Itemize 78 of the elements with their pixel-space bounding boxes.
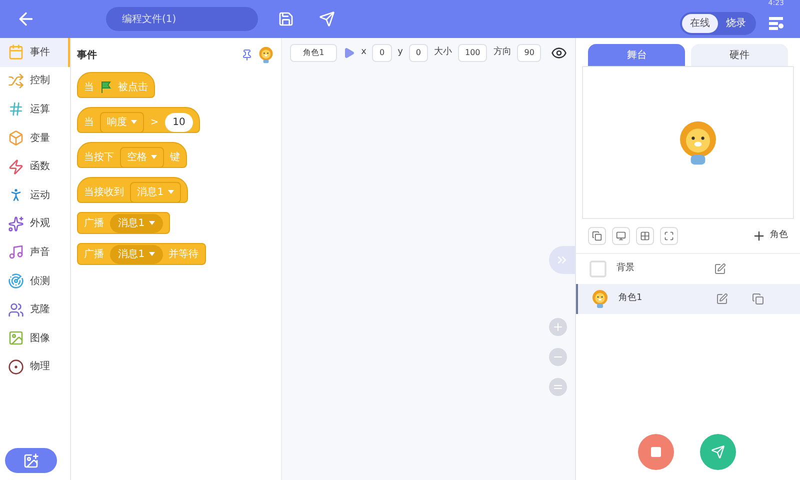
file-name-field[interactable]: 编程文件(1) xyxy=(106,7,258,31)
block-text: > xyxy=(150,116,159,130)
block-text: 被点击 xyxy=(118,80,148,94)
category-item[interactable]: 声音 xyxy=(0,238,70,267)
category-item[interactable]: 运动 xyxy=(0,180,70,210)
mode-tab[interactable]: 在线 xyxy=(682,14,718,32)
block-text: 当接收到 xyxy=(84,186,124,200)
block-text: 当 xyxy=(84,80,94,94)
settings-icon[interactable] xyxy=(768,15,784,31)
grid-button[interactable] xyxy=(636,227,654,245)
pin-icon[interactable] xyxy=(241,49,254,61)
sprite-name-field[interactable]: 角色1 xyxy=(290,44,338,62)
block-text: 广播 xyxy=(84,248,104,262)
run-button[interactable] xyxy=(700,434,736,470)
field-label: 方向 xyxy=(493,46,512,60)
lion-thumbnail-icon xyxy=(590,289,610,309)
grid-icon xyxy=(640,231,650,241)
play-icon xyxy=(343,47,356,59)
field-label: 大小 xyxy=(434,46,452,60)
category-item[interactable]: 函数 xyxy=(0,152,70,181)
blank-thumbnail-icon xyxy=(588,259,608,279)
image-plus-icon xyxy=(23,452,39,468)
edit-icon[interactable] xyxy=(716,293,728,305)
block-text: 并等待 xyxy=(168,248,199,262)
category-item[interactable]: 图像 xyxy=(0,324,70,353)
caret-icon xyxy=(148,221,155,225)
block-text: 当按下 xyxy=(84,150,114,164)
stop-button[interactable] xyxy=(638,434,674,470)
block-text: 键 xyxy=(170,150,180,164)
category-item[interactable]: 变量 xyxy=(0,124,70,152)
category-item[interactable]: 事件 xyxy=(0,38,70,67)
save-icon[interactable] xyxy=(278,11,294,27)
category-item[interactable]: 侦测 xyxy=(0,266,70,296)
edit-icon[interactable] xyxy=(714,263,726,275)
send-icon xyxy=(711,445,726,459)
stop-icon xyxy=(650,446,662,458)
field-label: y xyxy=(398,46,403,60)
sprite-name: 背景 xyxy=(616,262,636,276)
field-label: x xyxy=(361,46,366,60)
eye-icon[interactable] xyxy=(551,45,568,61)
property-field[interactable]: 0 xyxy=(372,44,392,62)
send-icon[interactable] xyxy=(319,11,335,27)
property-field[interactable]: 100 xyxy=(458,44,488,62)
category-item[interactable]: 物理 xyxy=(0,352,70,382)
sprite-row[interactable]: 背景 xyxy=(576,254,800,284)
hat-block[interactable]: 当 响度 > 10 xyxy=(77,107,200,133)
sprite-name: 角色1 xyxy=(618,292,644,306)
number-field[interactable]: 10 xyxy=(164,112,194,132)
caret-icon xyxy=(148,252,155,256)
layers-icon xyxy=(592,231,602,241)
category-item[interactable]: 控制 xyxy=(0,66,70,96)
stage-tab[interactable]: 舞台 xyxy=(588,44,686,66)
category-item[interactable]: 克隆 xyxy=(0,295,70,324)
caret-icon xyxy=(168,190,174,194)
palette-title: 事件 xyxy=(77,48,98,62)
stage-tab[interactable]: 硬件 xyxy=(691,44,788,66)
layers-button[interactable] xyxy=(588,227,606,245)
plus-icon xyxy=(552,321,564,333)
mode-tab[interactable]: 烧录 xyxy=(718,14,754,32)
property-field[interactable]: 0 xyxy=(408,44,428,62)
lion-avatar-icon xyxy=(257,46,276,64)
fullscreen-button[interactable] xyxy=(660,227,678,245)
property-field[interactable]: 90 xyxy=(517,44,542,62)
category-item[interactable]: 外观 xyxy=(0,210,70,238)
sprite-row[interactable]: 角色1 xyxy=(576,284,800,314)
copy-icon[interactable] xyxy=(752,293,764,305)
fullscreen-icon xyxy=(664,231,674,241)
flag-icon xyxy=(100,81,112,93)
monitor-button[interactable] xyxy=(612,227,630,245)
monitor-icon xyxy=(616,231,626,241)
add-extension-button[interactable] xyxy=(5,448,57,473)
add-sprite-button[interactable]: 角色 xyxy=(752,229,788,243)
caret-icon xyxy=(131,120,138,124)
plus-icon xyxy=(752,229,766,243)
caret-icon xyxy=(151,155,158,159)
block-text: 当 xyxy=(84,116,94,130)
category-item[interactable]: 运算 xyxy=(0,95,70,124)
block-text: 广播 xyxy=(84,216,104,230)
